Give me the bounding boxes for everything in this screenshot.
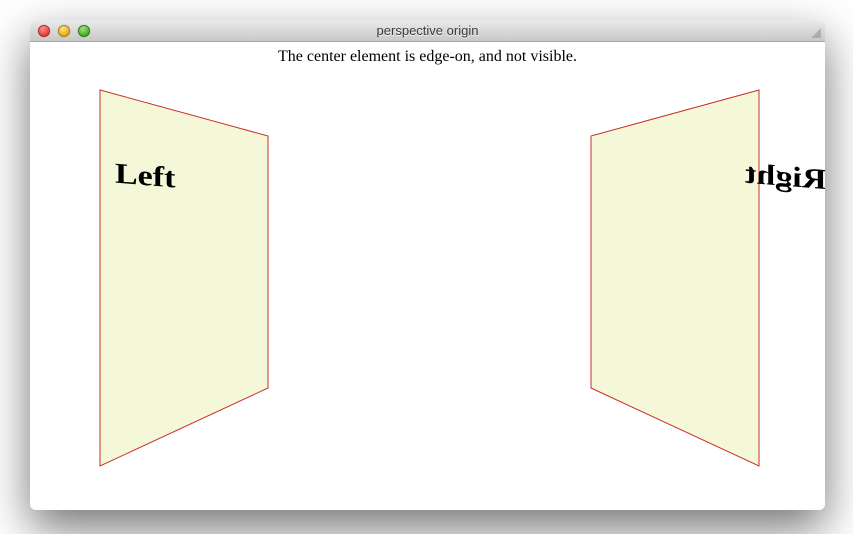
stage: Left Center Right: [30, 70, 825, 490]
window-title: perspective origin: [30, 20, 825, 42]
titlebar[interactable]: perspective origin: [30, 20, 825, 42]
right-panel-shape: [591, 90, 759, 466]
left-panel-shape: [100, 90, 268, 466]
right-panel: [551, 88, 761, 468]
content-area: The center element is edge-on, and not v…: [30, 42, 825, 510]
right-panel-label: Right: [745, 158, 825, 197]
traffic-lights: [38, 25, 90, 37]
minimize-icon[interactable]: [58, 25, 70, 37]
left-panel: [98, 88, 308, 468]
resize-icon[interactable]: [807, 24, 821, 38]
window: perspective origin The center element is…: [30, 20, 825, 510]
close-icon[interactable]: [38, 25, 50, 37]
left-panel-label: Left: [115, 158, 175, 195]
caption-text: The center element is edge-on, and not v…: [30, 42, 825, 66]
zoom-icon[interactable]: [78, 25, 90, 37]
